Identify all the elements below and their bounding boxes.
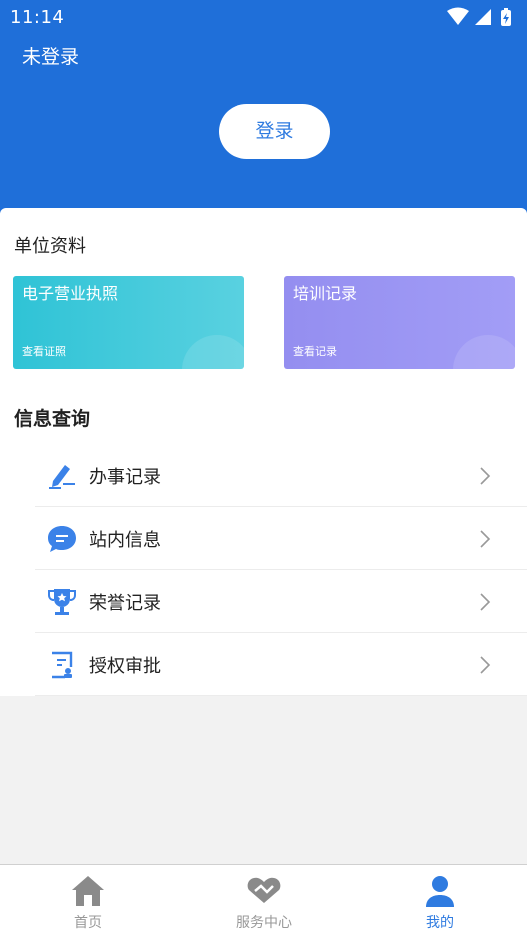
approval-icon (52, 651, 73, 679)
chevron-right-icon (480, 656, 491, 674)
info-section-title: 信息查询 (14, 408, 91, 430)
message-icon (48, 526, 76, 552)
card-title: 电子营业执照 (22, 284, 119, 303)
training-record-card[interactable]: 培训记录 查看记录 (284, 276, 515, 369)
chevron-right-icon (480, 530, 491, 548)
unit-section-title: 单位资料 (14, 236, 86, 257)
list-item-label: 授权审批 (89, 656, 161, 677)
pen-icon (49, 465, 75, 489)
user-icon (426, 876, 454, 907)
handshake-icon (247, 877, 281, 903)
signal-icon (475, 9, 491, 25)
list-item-records[interactable]: 办事记录 (35, 444, 527, 507)
card-title: 培训记录 (293, 284, 358, 303)
card-subtitle: 查看证照 (22, 345, 66, 358)
list-item-label: 站内信息 (89, 530, 161, 551)
tab-mine[interactable]: 我的 (352, 865, 527, 938)
list-item-label: 荣誉记录 (89, 593, 161, 614)
tab-home[interactable]: 首页 (0, 865, 176, 938)
list-item-label: 办事记录 (89, 467, 161, 488)
wifi-icon (447, 7, 469, 25)
status-icons (447, 7, 511, 26)
tab-label: 我的 (426, 915, 454, 931)
login-status-text: 未登录 (22, 46, 80, 68)
trophy-icon (48, 589, 76, 615)
list-item-honors[interactable]: 荣誉记录 (35, 570, 527, 633)
tab-label: 服务中心 (236, 915, 292, 931)
card-subtitle: 查看记录 (293, 345, 337, 358)
list-item-authorization[interactable]: 授权审批 (35, 633, 527, 696)
status-time: 11:14 (10, 7, 65, 28)
card-decoration (453, 335, 515, 369)
tab-label: 首页 (74, 915, 102, 931)
card-decoration (182, 335, 244, 369)
home-icon (72, 876, 104, 906)
login-button[interactable]: 登录 (219, 104, 330, 159)
chevron-right-icon (480, 593, 491, 611)
tab-service-center[interactable]: 服务中心 (176, 865, 352, 938)
status-bar: 11:14 (0, 0, 527, 36)
business-license-card[interactable]: 电子营业执照 查看证照 (13, 276, 244, 369)
bottom-tab-bar: 首页 服务中心 我的 (0, 864, 527, 938)
header: 11:14 未登录 登录 (0, 0, 527, 228)
chevron-right-icon (480, 467, 491, 485)
list-item-messages[interactable]: 站内信息 (35, 507, 527, 570)
